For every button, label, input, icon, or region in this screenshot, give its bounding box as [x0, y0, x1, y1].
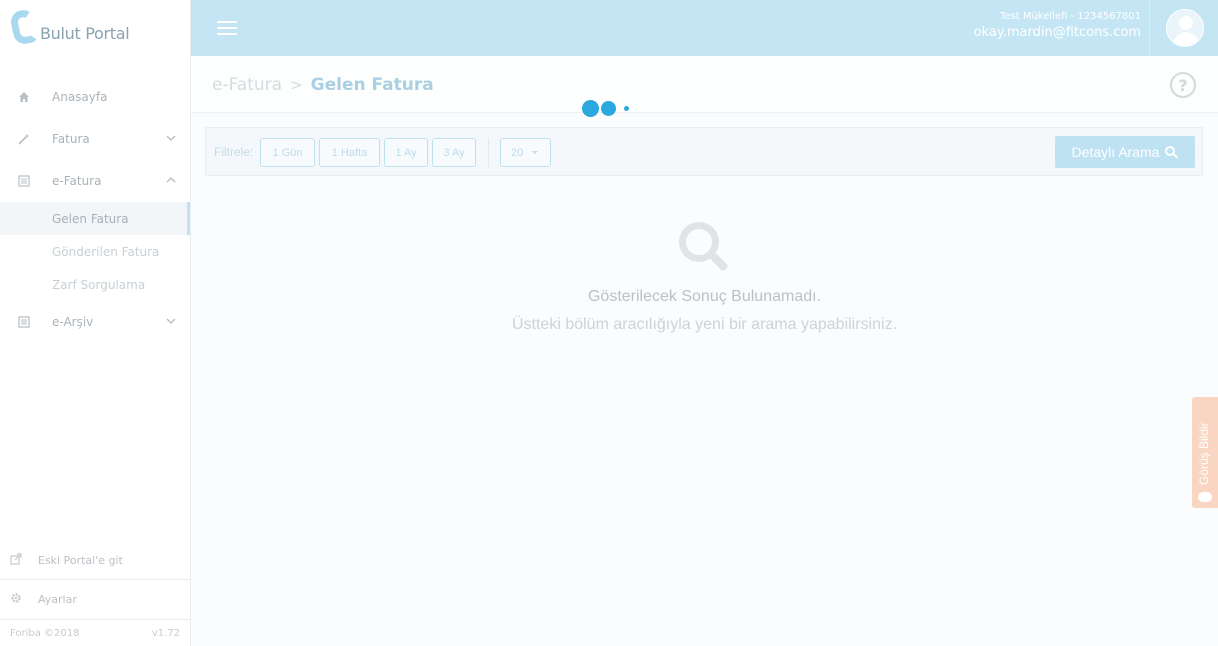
version-text: v1.72 — [151, 627, 180, 639]
empty-state-title: Gösterilecek Sonuç Bulunamadı. — [587, 288, 821, 305]
search-icon — [677, 220, 733, 276]
page-header: e-Fatura > Gelen Fatura ? — [191, 56, 1218, 113]
detailed-search-label: Detaylı Arama — [1071, 144, 1160, 160]
empty-state: Gösterilecek Sonuç Bulunamadı. Üstteki b… — [191, 220, 1218, 334]
filter-1-month-button[interactable]: 1 Ay — [384, 138, 428, 167]
divider — [488, 138, 489, 167]
magic-wand-icon — [18, 133, 30, 145]
sidebar-subitem-gonderilen-fatura[interactable]: Gönderilen Fatura — [0, 235, 190, 268]
empty-state-subtitle: Üstteki bölüm aracılığıyla yeni bir aram… — [511, 316, 898, 333]
user-email: okay.mardin@fitcons.com — [973, 25, 1141, 40]
sidebar: Bulut Portal Anasayfa Fatura e-Fatura Ge… — [0, 0, 191, 646]
chevron-down-icon — [166, 315, 176, 325]
page-size-select[interactable]: 20 — [500, 138, 551, 167]
filter-bar: Filtrele: 1 Gün 1 Hafta 1 Ay 3 Ay 20 Det… — [205, 127, 1203, 176]
settings-label: Ayarlar — [38, 593, 77, 606]
old-portal-label: Eski Portal'e git — [38, 554, 123, 567]
old-portal-link[interactable]: Eski Portal'e git — [0, 542, 190, 580]
feedback-tab[interactable]: Görüş Bildir — [1192, 397, 1218, 508]
caret-down-icon — [532, 151, 539, 154]
breadcrumb-separator: > — [290, 76, 303, 94]
search-icon — [1165, 145, 1179, 159]
topbar: Test Mükellefi - 1234567801 okay.mardin@… — [191, 0, 1218, 56]
sidebar-item-label: Anasayfa — [52, 90, 108, 104]
sidebar-item-label: Fatura — [52, 132, 90, 146]
sidebar-item-earsiv[interactable]: e-Arşiv — [0, 301, 190, 343]
gear-icon — [10, 592, 22, 607]
help-icon[interactable]: ? — [1170, 72, 1196, 98]
page-size-value: 20 — [511, 146, 524, 159]
user-company: Test Mükellefi - 1234567801 — [999, 11, 1141, 22]
filter-3-month-button[interactable]: 3 Ay — [432, 138, 476, 167]
user-info[interactable]: Test Mükellefi - 1234567801 okay.mardin@… — [974, 11, 1141, 40]
sidebar-item-fatura[interactable]: Fatura — [0, 118, 190, 160]
footer-meta: Foriba ©2018 v1.72 — [0, 620, 190, 646]
brand-name: Bulut Portal — [40, 23, 130, 43]
page-title: Gelen Fatura — [310, 75, 434, 95]
chevron-up-icon — [166, 174, 176, 184]
sidebar-item-efatura[interactable]: e-Fatura — [0, 160, 190, 202]
copyright-text: Foriba ©2018 — [10, 627, 80, 639]
comment-icon — [1198, 492, 1212, 502]
feedback-label: Görüş Bildir — [1197, 422, 1211, 485]
filter-1-day-button[interactable]: 1 Gün — [260, 138, 315, 167]
settings-link[interactable]: Ayarlar — [0, 580, 190, 620]
brand[interactable]: Bulut Portal — [0, 0, 190, 56]
sidebar-item-label: e-Arşiv — [52, 315, 94, 329]
breadcrumb: e-Fatura > Gelen Fatura — [212, 75, 434, 95]
efatura-subnav: Gelen Fatura Gönderilen Fatura Zarf Sorg… — [0, 202, 190, 301]
avatar[interactable] — [1166, 9, 1204, 47]
sidebar-item-anasayfa[interactable]: Anasayfa — [0, 76, 190, 118]
list-icon — [18, 175, 30, 187]
divider — [1149, 0, 1150, 56]
sidebar-subitem-gelen-fatura[interactable]: Gelen Fatura — [0, 202, 190, 235]
list-icon — [18, 316, 30, 328]
bulut-logo — [8, 7, 40, 48]
loading-indicator — [582, 100, 631, 117]
detailed-search-button[interactable]: Detaylı Arama — [1055, 136, 1195, 168]
filter-1-week-button[interactable]: 1 Hafta — [319, 138, 380, 167]
filter-label: Filtrele: — [214, 145, 254, 159]
sidebar-nav: Anasayfa Fatura e-Fatura Gelen Fatura Gö… — [0, 76, 190, 343]
chevron-down-icon — [166, 132, 176, 142]
breadcrumb-parent[interactable]: e-Fatura — [212, 75, 282, 95]
sidebar-footer: Eski Portal'e git Ayarlar Foriba ©2018 v… — [0, 542, 190, 646]
menu-toggle-icon[interactable] — [217, 21, 237, 35]
home-icon — [18, 91, 30, 103]
sidebar-subitem-zarf-sorgulama[interactable]: Zarf Sorgulama — [0, 268, 190, 301]
sidebar-item-label: e-Fatura — [52, 174, 102, 188]
external-link-icon — [10, 553, 22, 568]
